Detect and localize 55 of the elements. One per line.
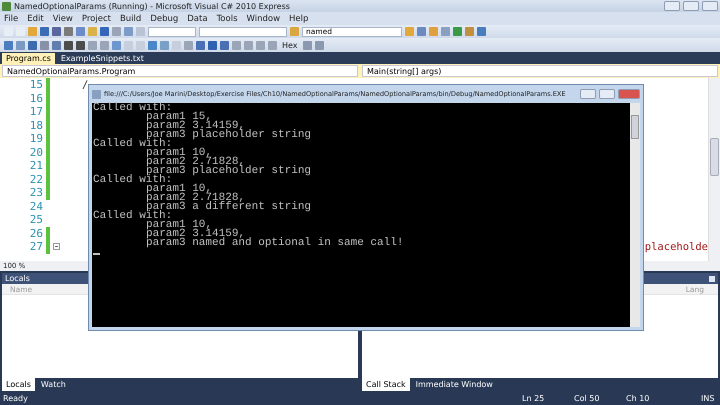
column-indicator: Col 50 xyxy=(574,394,600,402)
panel-tab[interactable]: Call Stack xyxy=(362,378,410,391)
console-line: param3 named and optional in same call! xyxy=(145,239,404,248)
document-tab[interactable]: Program.cs xyxy=(2,53,55,64)
line-number: 17 xyxy=(28,105,44,118)
insert-mode: INS xyxy=(701,394,716,402)
line-number: 26 xyxy=(28,226,44,240)
window-title: NamedOptionalParams (Running) - Microsoft Visual C# 2010 Express xyxy=(14,2,290,10)
console-line: param1 10, xyxy=(145,185,212,194)
menu-item[interactable]: Edit xyxy=(27,14,44,24)
console-line: Called with: xyxy=(92,140,172,149)
menu-item[interactable]: Project xyxy=(82,14,111,24)
menu-item[interactable]: Debug xyxy=(150,14,178,24)
member-combo[interactable]: Main(string[] args) xyxy=(362,65,718,77)
line-indicator: Ln 25 xyxy=(522,394,546,402)
menu-item[interactable]: Tools xyxy=(216,14,238,24)
line-number: 19 xyxy=(28,132,44,146)
panel-tab[interactable]: Immediate Window xyxy=(412,378,497,391)
menu-item[interactable]: Window xyxy=(246,14,280,24)
console-line: param2 3.14159, xyxy=(145,230,246,239)
line-number: 16 xyxy=(28,92,44,105)
console-line: param1 15, xyxy=(145,113,212,122)
console-line: param1 10, xyxy=(145,221,212,230)
console-line: Called with: xyxy=(92,176,172,185)
hex-button[interactable]: Hex xyxy=(280,40,300,50)
panel-tab[interactable]: Watch xyxy=(36,378,70,391)
char-indicator: Ch 10 xyxy=(626,394,650,402)
console-line: param3 placeholder string xyxy=(146,131,312,140)
menu-item[interactable]: Data xyxy=(187,14,208,24)
line-number: 27 xyxy=(28,240,44,254)
console-line: Called with: xyxy=(92,212,172,221)
type-combo[interactable]: NamedOptionalParams.Program xyxy=(2,65,358,77)
line-number: 22 xyxy=(28,172,44,186)
document-tab[interactable]: ExampleSnippets.txt xyxy=(56,53,148,64)
status-message: Ready xyxy=(3,394,29,402)
code-text: / xyxy=(82,78,88,91)
line-number: 15 xyxy=(28,78,44,92)
menu-item[interactable]: View xyxy=(52,14,73,24)
line-number: 25 xyxy=(28,213,44,226)
console-line: Called with: xyxy=(92,104,172,113)
console-line: param3 placeholder string xyxy=(146,167,312,176)
line-number: 23 xyxy=(28,186,44,200)
menu-item[interactable]: Build xyxy=(120,14,142,24)
menu-item[interactable]: Help xyxy=(289,14,308,24)
panel-title: Locals xyxy=(5,274,30,283)
console-line: param2 2.71828, xyxy=(145,194,246,203)
line-number: 18 xyxy=(28,118,44,132)
panel-tab[interactable]: Locals xyxy=(2,378,35,391)
line-number: 24 xyxy=(28,200,44,213)
console-line: param3 a different string xyxy=(146,203,312,212)
menu-item[interactable]: File xyxy=(4,14,18,24)
console-line: param1 10, xyxy=(145,149,212,158)
line-number: 21 xyxy=(28,159,44,172)
code-text: placeholde xyxy=(644,240,708,253)
line-number: 20 xyxy=(28,146,44,159)
